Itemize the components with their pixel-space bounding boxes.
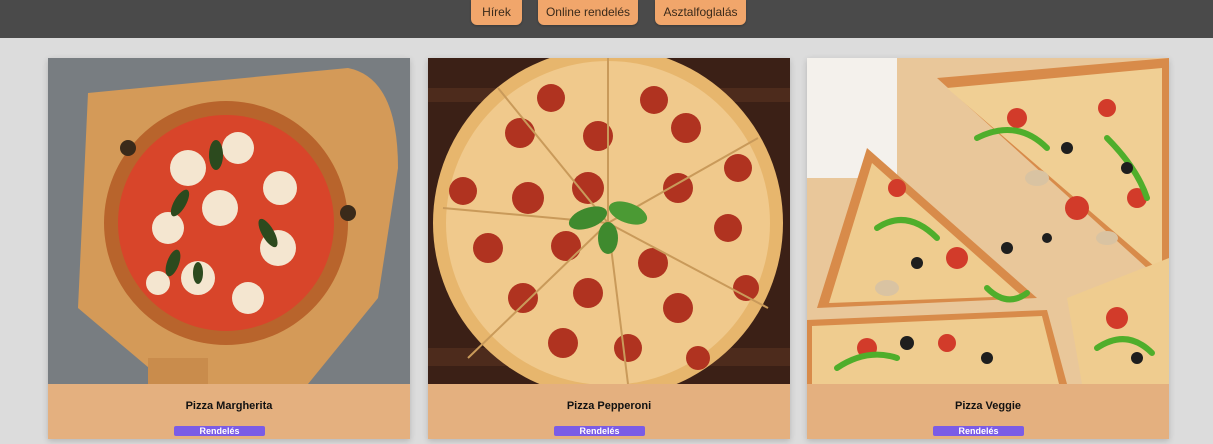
site-header: Hírek Online rendelés Asztalfoglalás	[0, 0, 1213, 38]
order-button[interactable]: Rendelés	[174, 426, 265, 436]
product-card-pepperoni: Pizza Pepperoni Rendelés	[428, 58, 790, 439]
pizza-margherita-photo	[48, 58, 410, 384]
nav-news-button[interactable]: Hírek	[471, 0, 522, 25]
product-card-margherita: Pizza Margherita Rendelés	[48, 58, 410, 439]
product-card-veggie: Pizza Veggie Rendelés	[807, 58, 1169, 439]
order-button[interactable]: Rendelés	[554, 426, 645, 436]
pizza-veggie-photo	[807, 58, 1169, 384]
product-title: Pizza Veggie	[954, 400, 1022, 412]
order-button[interactable]: Rendelés	[933, 426, 1024, 436]
product-title: Pizza Pepperoni	[566, 400, 652, 412]
nav-online-order-button[interactable]: Online rendelés	[538, 0, 638, 25]
nav-table-booking-button[interactable]: Asztalfoglalás	[655, 0, 746, 25]
pizza-pepperoni-photo	[428, 58, 790, 384]
product-title: Pizza Margherita	[185, 400, 273, 412]
